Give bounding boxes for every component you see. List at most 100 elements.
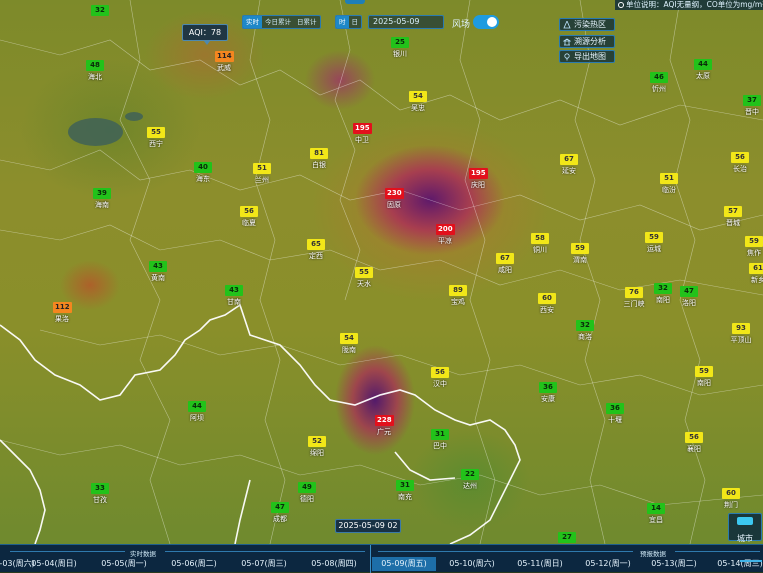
station-aqi-tag[interactable]: 14 bbox=[647, 503, 665, 514]
tab-day[interactable]: 日 bbox=[349, 16, 362, 28]
timeline-day[interactable]: 05-07(周三) bbox=[232, 557, 296, 571]
station-aqi-tag[interactable]: 56 bbox=[240, 206, 258, 217]
station-aqi-tag[interactable]: 32 bbox=[91, 5, 109, 16]
station-aqi-tag[interactable]: 51 bbox=[660, 173, 678, 184]
station-aqi-tag[interactable]: 56 bbox=[685, 432, 703, 443]
station-city-name: 西安 bbox=[540, 306, 554, 314]
station-aqi-tag[interactable]: 195 bbox=[469, 168, 488, 179]
timeline-day[interactable]: 05-05(周一) bbox=[92, 557, 156, 571]
station-aqi-tag[interactable]: 27 bbox=[558, 532, 576, 543]
timeline-day[interactable]: 05-11(周日) bbox=[508, 557, 572, 571]
timeline-day[interactable]: 05-12(周一) bbox=[576, 557, 640, 571]
station-city-name: 渭南 bbox=[573, 256, 587, 264]
station-city-name: 铜川 bbox=[533, 246, 547, 254]
station-aqi-tag[interactable]: 93 bbox=[732, 323, 750, 334]
station-city-name: 吴忠 bbox=[411, 104, 425, 112]
station-aqi-tag[interactable]: 32 bbox=[654, 283, 672, 294]
station-aqi-tag[interactable]: 33 bbox=[91, 483, 109, 494]
station-aqi-tag[interactable]: 60 bbox=[722, 488, 740, 499]
station-aqi-tag[interactable]: 61 bbox=[749, 263, 763, 274]
timeline-day[interactable]: 05-08(周四) bbox=[302, 557, 366, 571]
station-aqi-tag[interactable]: 51 bbox=[253, 163, 271, 174]
station-aqi-tag[interactable]: 65 bbox=[307, 239, 325, 250]
station-aqi-tag[interactable]: 48 bbox=[86, 60, 104, 71]
station-aqi-tag[interactable]: 76 bbox=[625, 287, 643, 298]
station-aqi-tag[interactable]: 36 bbox=[606, 403, 624, 414]
station-aqi-tag[interactable]: 55 bbox=[147, 127, 165, 138]
station-aqi-tag[interactable]: 47 bbox=[680, 286, 698, 297]
station-aqi-tag[interactable]: 195 bbox=[353, 123, 372, 134]
station-aqi-tag[interactable]: 54 bbox=[340, 333, 358, 344]
station-aqi-tag[interactable]: 32 bbox=[576, 320, 594, 331]
station-aqi-tag[interactable]: 44 bbox=[694, 59, 712, 70]
pollution-hotspot-label: 污染热区 bbox=[574, 20, 606, 29]
station-aqi-tag[interactable]: 25 bbox=[391, 37, 409, 48]
timeline-day[interactable]: 05-10(周六) bbox=[440, 557, 504, 571]
station-city-name: 汉中 bbox=[433, 380, 447, 388]
tab-daily-cumulative[interactable]: 日累计 bbox=[294, 16, 320, 28]
station-aqi-tag[interactable]: 49 bbox=[298, 482, 316, 493]
station-aqi-tag[interactable]: 44 bbox=[188, 401, 206, 412]
aqi-heatmap[interactable]: 32 114 武威 25 银川 48 海北 54 吴忠 195 中卫 55 西宁 40 海东 51 兰州 81 白银… bbox=[0, 0, 763, 544]
tab-hour[interactable]: 时 bbox=[336, 16, 349, 28]
station-aqi-tag[interactable]: 58 bbox=[531, 233, 549, 244]
city-icon bbox=[737, 517, 753, 525]
station-aqi-tag[interactable]: 46 bbox=[650, 72, 668, 83]
station-aqi-tag[interactable]: 228 bbox=[375, 415, 394, 426]
station-city-name: 临夏 bbox=[242, 219, 256, 227]
station-aqi-tag[interactable]: 56 bbox=[731, 152, 749, 163]
date-picker[interactable]: 2025-05-09 bbox=[368, 15, 444, 29]
timeline[interactable]: 实时数据 预报数据 05-03(周六)05-04(周日)05-05(周一)05-… bbox=[0, 544, 763, 573]
export-map-button[interactable]: 导出地图 bbox=[559, 50, 615, 63]
timeline-tooltip: 2025-05-09 02 bbox=[335, 519, 401, 533]
station-city-name: 临汾 bbox=[662, 186, 676, 194]
station-aqi-tag[interactable]: 39 bbox=[93, 188, 111, 199]
station-aqi-tag[interactable]: 56 bbox=[431, 367, 449, 378]
timeline-day[interactable]: 05-06(周二) bbox=[162, 557, 226, 571]
station-aqi-tag[interactable]: 43 bbox=[225, 285, 243, 296]
station-aqi-tag[interactable]: 47 bbox=[271, 502, 289, 513]
station-aqi-tag[interactable]: 52 bbox=[308, 436, 326, 447]
station-aqi-tag[interactable]: 67 bbox=[496, 253, 514, 264]
station-aqi-tag[interactable]: 54 bbox=[409, 91, 427, 102]
station-aqi-tag[interactable]: 57 bbox=[724, 206, 742, 217]
station-aqi-tag[interactable]: 59 bbox=[695, 366, 713, 377]
station-aqi-tag[interactable]: 31 bbox=[431, 429, 449, 440]
station-aqi-tag[interactable]: 114 bbox=[215, 51, 234, 62]
station-aqi-tag[interactable]: 22 bbox=[461, 469, 479, 480]
station-city-name: 晋城 bbox=[726, 219, 740, 227]
city-layer-button[interactable]: 城市 bbox=[728, 513, 762, 543]
pollution-hotspot-button[interactable]: 污染热区 bbox=[559, 18, 615, 31]
station-aqi-tag[interactable]: 43 bbox=[149, 261, 167, 272]
timeline-day[interactable]: 05-13(周二) bbox=[642, 557, 706, 571]
map-borders bbox=[0, 0, 763, 544]
station-aqi-tag[interactable]: 55 bbox=[355, 267, 373, 278]
station-aqi-tag[interactable]: 81 bbox=[310, 148, 328, 159]
trace-analysis-button[interactable]: 溯源分析 bbox=[559, 35, 615, 48]
station-aqi-tag[interactable]: 31 bbox=[396, 480, 414, 491]
station-aqi-tag[interactable]: 59 bbox=[571, 243, 589, 254]
station-aqi-tag[interactable]: 59 bbox=[645, 232, 663, 243]
station-city-name: 焦作 bbox=[747, 249, 761, 257]
station-aqi-tag[interactable]: 67 bbox=[560, 154, 578, 165]
station-aqi-tag[interactable]: 112 bbox=[53, 302, 72, 313]
station-city-name: 成都 bbox=[273, 515, 287, 523]
tab-realtime[interactable]: 实时 bbox=[243, 16, 262, 28]
station-city-name: 洛阳 bbox=[682, 299, 696, 307]
station-aqi-tag[interactable]: 89 bbox=[449, 285, 467, 296]
station-aqi-tag[interactable]: 60 bbox=[538, 293, 556, 304]
station-aqi-tag[interactable]: 36 bbox=[539, 382, 557, 393]
tab-today-cumulative[interactable]: 今日累计 bbox=[262, 16, 294, 28]
timeline-scroll-indicator[interactable] bbox=[740, 560, 762, 562]
station-aqi-tag[interactable]: 40 bbox=[194, 162, 212, 173]
station-aqi-tag[interactable]: 37 bbox=[743, 95, 761, 106]
timeline-day[interactable]: 05-04(周日) bbox=[22, 557, 86, 571]
timeline-day[interactable]: 05-09(周五) bbox=[372, 557, 436, 571]
station-city-name: 太原 bbox=[696, 72, 710, 80]
top-handle[interactable] bbox=[345, 0, 365, 4]
station-aqi-tag[interactable]: 230 bbox=[385, 188, 404, 199]
station-city-name: 平凉 bbox=[438, 237, 452, 245]
wind-field-toggle[interactable] bbox=[473, 15, 499, 29]
station-aqi-tag[interactable]: 200 bbox=[436, 224, 455, 235]
station-aqi-tag[interactable]: 59 bbox=[745, 236, 763, 247]
